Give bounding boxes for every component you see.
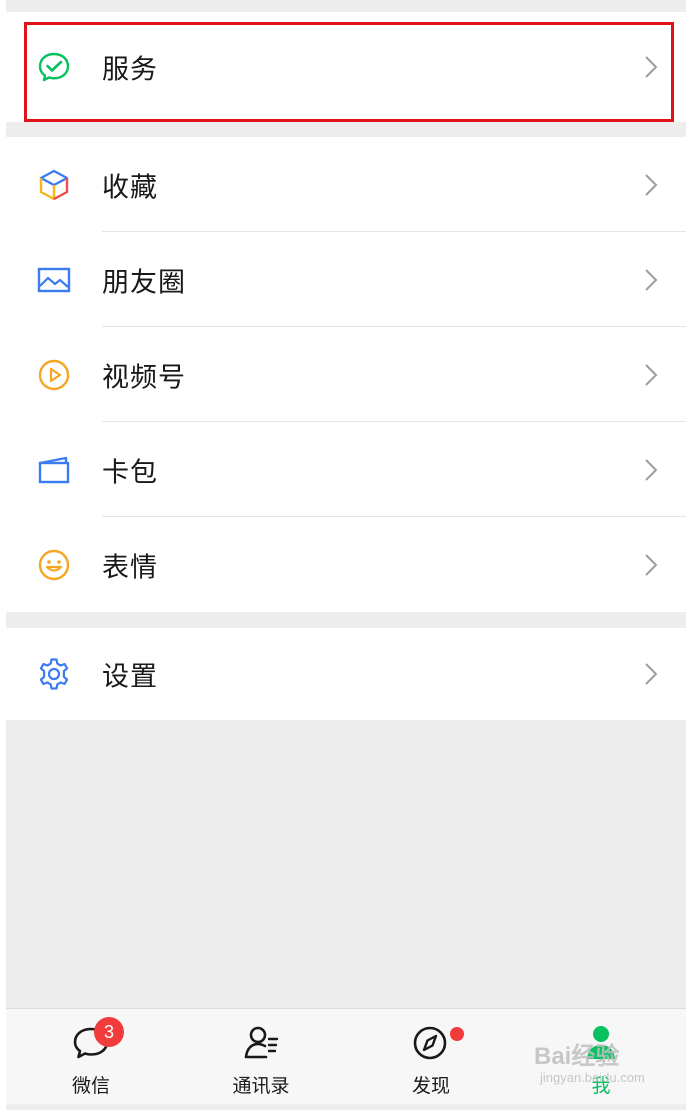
menu-item-label: 朋友圈 [102, 267, 186, 298]
chevron-right-icon [644, 553, 658, 577]
me-screen: 服务 收藏 朋友圈 视频号 卡包 表情 设置 3 微信 通讯录 发现 我 Bai… [6, 0, 686, 1110]
menu-item-label: 设置 [102, 661, 158, 693]
service-check-icon [36, 49, 72, 85]
chevron-right-icon [644, 268, 658, 292]
discover-compass-icon [408, 1021, 454, 1065]
menu-item-stickers[interactable]: 表情 [6, 517, 686, 612]
menu-item-label: 卡包 [102, 457, 158, 488]
tab-label: 我 [591, 1075, 611, 1097]
settings-gear-icon [36, 656, 72, 692]
menu-item-moments[interactable]: 朋友圈 [6, 232, 686, 327]
settings-group: 设置 [6, 628, 686, 720]
tab-me[interactable]: 我 [546, 1009, 656, 1105]
favorites-cube-icon [36, 167, 72, 203]
menu-item-label: 服务 [102, 54, 158, 86]
chevron-right-icon [644, 173, 658, 197]
features-group: 收藏 朋友圈 视频号 卡包 表情 [6, 137, 686, 612]
chevron-right-icon [644, 662, 658, 686]
moments-picture-icon [36, 262, 72, 298]
tab-discover[interactable]: 发现 [376, 1009, 486, 1105]
tab-chats[interactable]: 3 微信 [36, 1009, 146, 1105]
sticker-smile-icon [36, 547, 72, 583]
tab-label: 发现 [411, 1075, 450, 1097]
menu-item-favorites[interactable]: 收藏 [6, 137, 686, 232]
tab-label: 通讯录 [232, 1075, 290, 1097]
bottom-tab-bar: 3 微信 通讯录 发现 我 [6, 1008, 686, 1104]
channels-play-icon [36, 357, 72, 393]
card-wallet-icon [36, 452, 72, 488]
new-content-dot [450, 1027, 464, 1041]
menu-item-label: 表情 [102, 552, 158, 583]
me-person-icon [578, 1021, 624, 1065]
menu-item-channels[interactable]: 视频号 [6, 327, 686, 422]
menu-item-settings[interactable]: 设置 [6, 628, 686, 720]
chevron-right-icon [644, 458, 658, 482]
menu-item-label: 收藏 [102, 172, 158, 203]
chevron-right-icon [644, 55, 658, 79]
menu-item-card-wallet[interactable]: 卡包 [6, 422, 686, 517]
tab-label: 微信 [71, 1075, 110, 1097]
menu-item-service[interactable]: 服务 [6, 12, 686, 122]
contacts-icon [238, 1021, 284, 1065]
tab-contacts[interactable]: 通讯录 [206, 1009, 316, 1105]
service-group: 服务 [6, 12, 686, 122]
unread-badge: 3 [94, 1017, 124, 1047]
menu-item-label: 视频号 [102, 362, 186, 393]
chevron-right-icon [644, 363, 658, 387]
